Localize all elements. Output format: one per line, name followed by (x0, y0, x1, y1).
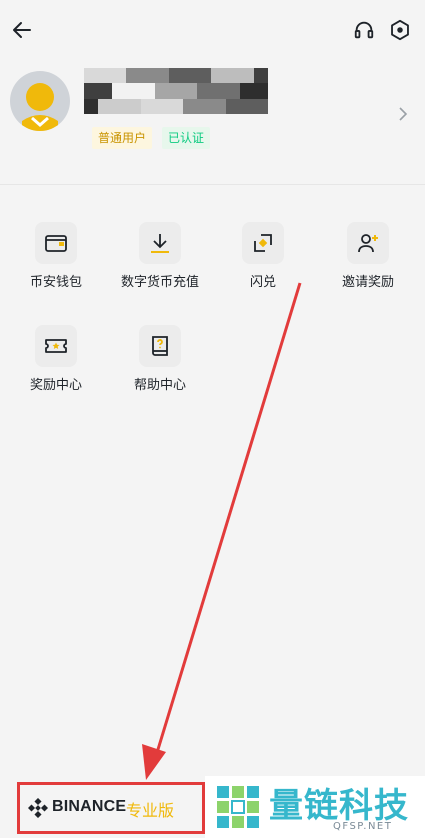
mosaic-cell (168, 68, 184, 84)
help-book-icon (152, 336, 168, 356)
mosaic-cell (140, 83, 155, 99)
avatar[interactable] (10, 71, 70, 131)
watermark: 量链科技 QFSP.NET (205, 776, 425, 838)
arrow-left-icon[interactable] (10, 18, 34, 42)
mosaic-cell (112, 83, 127, 99)
mosaic-cell (197, 98, 212, 114)
mosaic-cell (253, 98, 268, 114)
mosaic-cell (225, 98, 240, 114)
download-icon (151, 234, 169, 253)
mosaic-cell (239, 83, 254, 99)
menu-item-referral[interactable]: 邀请奖励 (318, 222, 418, 302)
headset-icon[interactable] (353, 19, 375, 41)
mosaic-cell (253, 68, 268, 84)
edition-label: 专业版 (126, 801, 175, 820)
watermark-domain: QFSP.NET (333, 821, 393, 832)
mosaic-cell (211, 68, 226, 84)
mosaic-cell (140, 68, 155, 84)
watermark-title: 量链科技 (269, 786, 409, 826)
mosaic-cell (112, 98, 127, 114)
avatar-image (22, 83, 58, 131)
mosaic-cell (126, 68, 141, 84)
mosaic-cell (98, 83, 113, 99)
mosaic-cell (84, 68, 99, 84)
account-level-badge: 普通用户 (92, 127, 153, 149)
mosaic-cell (98, 98, 113, 114)
mosaic-cell (154, 98, 169, 114)
mosaic-cell (239, 68, 254, 84)
mosaic-cell (239, 98, 254, 114)
menu-item-label: 数字货币充值 (120, 275, 199, 290)
mosaic-cell (98, 68, 113, 84)
menu-item-label: 邀请奖励 (341, 275, 394, 290)
menu-item-label: 闪兑 (249, 275, 276, 290)
mosaic-cell (154, 83, 169, 99)
menu-item-wallet[interactable]: 币安钱包 (6, 222, 106, 302)
menu-item-label: 币安钱包 (29, 275, 82, 290)
invite-user-icon (358, 234, 378, 253)
brand-name: BINANCE (52, 798, 127, 815)
top-bar (0, 0, 425, 60)
mosaic-cell (197, 68, 212, 84)
mosaic-cell (197, 83, 212, 99)
mosaic-cell (253, 83, 268, 99)
divider (0, 184, 425, 185)
mosaic-cell (183, 98, 198, 114)
menu-item-label: 奖励中心 (29, 378, 82, 393)
ticket-star-icon (45, 339, 67, 353)
menu-item-convert[interactable]: 闪兑 (213, 222, 313, 302)
mosaic-cell (140, 98, 155, 114)
verified-badge: 已认证 (162, 127, 211, 149)
menu-item-rewards[interactable]: 奖励中心 (6, 325, 106, 405)
username-pixelated (84, 68, 268, 114)
menu-item-label: 帮助中心 (133, 378, 186, 393)
mosaic-cell (211, 83, 226, 99)
menu-item-help[interactable]: 帮助中心 (110, 325, 210, 405)
mosaic-cell (112, 68, 127, 84)
watermark-logo-icon (217, 786, 259, 828)
mosaic-cell (154, 68, 169, 84)
binance-logo-icon (28, 798, 48, 818)
hexagon-settings-icon[interactable] (389, 19, 411, 41)
mosaic-cell (225, 68, 240, 84)
binance-pro-toggle[interactable]: BINANCE 专业版 (17, 782, 205, 834)
mosaic-cell (126, 83, 141, 99)
swap-icon (254, 234, 272, 252)
mosaic-cell (183, 83, 198, 99)
mosaic-cell (84, 98, 99, 114)
mosaic-cell (168, 98, 184, 114)
mosaic-cell (126, 98, 141, 114)
chevron-right-icon[interactable] (395, 106, 411, 122)
mosaic-cell (211, 98, 226, 114)
menu-item-deposit[interactable]: 数字货币充值 (110, 222, 210, 302)
mosaic-cell (168, 83, 184, 99)
mosaic-cell (225, 83, 240, 99)
mosaic-cell (84, 83, 99, 99)
profile-header[interactable]: 普通用户 已认证 (0, 60, 425, 182)
wallet-icon (45, 235, 67, 252)
mosaic-cell (183, 68, 198, 84)
